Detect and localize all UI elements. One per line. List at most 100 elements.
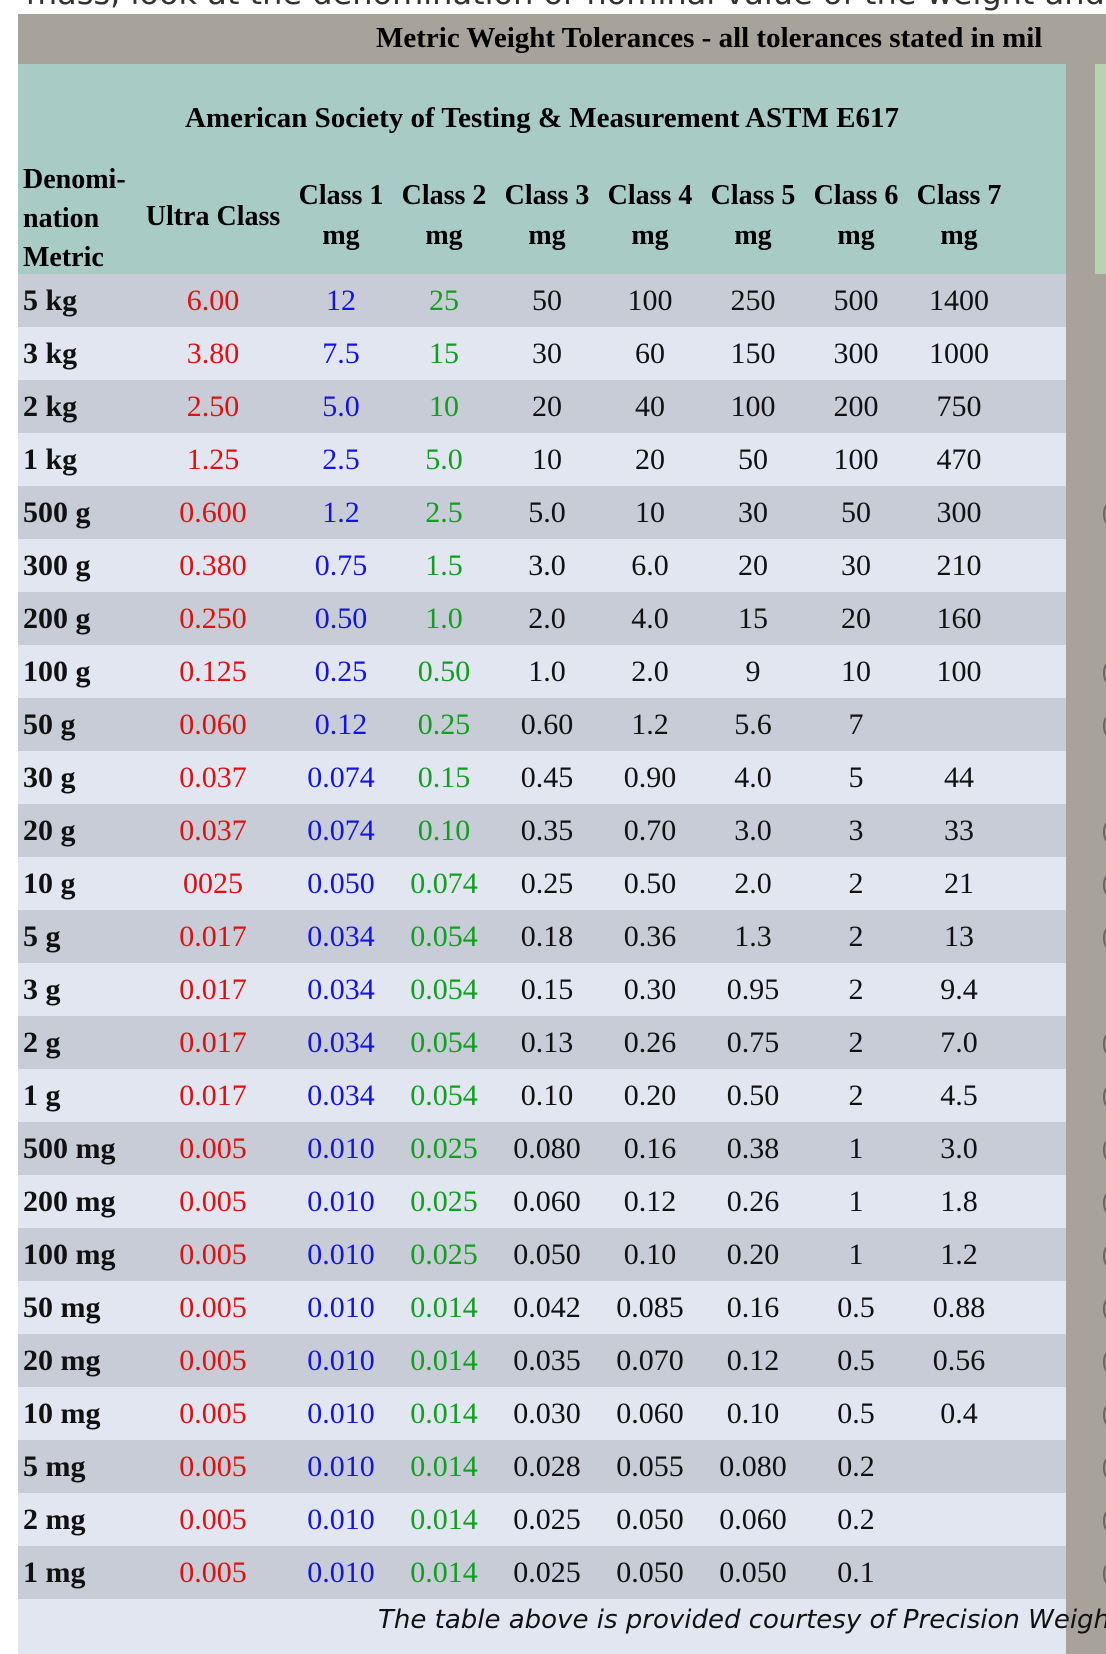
class-7-cell: 0.88 [932, 1291, 986, 1324]
ultra-class-cell: 0.037 [179, 814, 247, 847]
denomination-cell: 50 mg [23, 1291, 101, 1324]
class-4-cell: 0.16 [623, 1132, 677, 1165]
table-row: 50 g 0.060 0.12 0.25 0.60 1.2 5.6 7 [18, 698, 1066, 751]
class-2-cell: 0.025 [410, 1238, 478, 1271]
class-1-cell: 0.010 [307, 1238, 375, 1271]
class-4-cell: 1.2 [631, 708, 669, 741]
class-4-cell: 0.050 [616, 1556, 684, 1589]
class-2-cell: 0.054 [410, 973, 478, 1006]
intro-text: mass, look at the denomination or nomina… [26, 0, 1106, 12]
denomination-cell: 1 mg [23, 1556, 86, 1589]
class-5-cell: 4.0 [734, 761, 772, 794]
class-7-cell [907, 1440, 1011, 1493]
class-3-cell: 0.35 [520, 814, 574, 847]
class-header-line: mg [425, 220, 463, 251]
ultra-class-cell: 0.017 [179, 973, 247, 1006]
class-3-cell: 0.15 [520, 973, 574, 1006]
class-6-cell: 2 [848, 920, 864, 953]
class-2-cell: 0.014 [410, 1397, 478, 1430]
class-4-cell: 0.20 [623, 1079, 677, 1112]
class-6-cell: 30 [841, 549, 871, 582]
class-header-line: mg [734, 220, 772, 251]
denomination-header: Denomi- nation Metric [23, 160, 143, 273]
ultra-class-cell: 0.250 [179, 602, 247, 635]
class-7-cell: 33 [944, 814, 974, 847]
class-7-cell: 4.5 [940, 1079, 978, 1112]
class-6-cell: 0.1 [837, 1556, 875, 1589]
table-row: 500 g 0.600 1.2 2.5 5.0 10 30 50 300 [18, 486, 1066, 539]
class-header-line: Class 4 [607, 180, 693, 211]
class-1-cell: 0.50 [314, 602, 368, 635]
ultra-class-cell: 0.060 [179, 708, 247, 741]
class-7-cell: 160 [936, 602, 982, 635]
ultra-class-cell: 0.017 [179, 920, 247, 953]
class-2-cell: 1.5 [425, 549, 463, 582]
table-row: 200 mg 0.005 0.010 0.025 0.060 0.12 0.26 1 1.8 [18, 1175, 1066, 1228]
class-2-cell: 0.014 [410, 1344, 478, 1377]
class-1-cell: 0.010 [307, 1291, 375, 1324]
ultra-class-cell: 0.005 [179, 1344, 247, 1377]
class-header-line: mg [837, 220, 875, 251]
class-2-cell: 1.0 [425, 602, 463, 635]
class-7-cell: 7.0 [940, 1026, 978, 1059]
class-1-cell: 0.010 [307, 1132, 375, 1165]
class-1-cell: 0.074 [307, 761, 375, 794]
denomination-cell: 2 mg [23, 1503, 86, 1536]
class-6-cell: 3 [848, 814, 864, 847]
courtesy-note: The table above is provided courtesy of … [378, 1605, 1106, 1635]
class-7-cell [907, 698, 1011, 751]
class-4-cell: 6.0 [631, 549, 669, 582]
class-1-cell: 7.5 [322, 337, 360, 370]
table-row: 1 mg 0.005 0.010 0.014 0.025 0.050 0.050 0.1 [18, 1546, 1066, 1599]
class-5-cell: 100 [730, 390, 776, 423]
class-4-cell: 2.0 [631, 655, 669, 688]
denomination-cell: 20 mg [23, 1344, 101, 1377]
table-row: 100 mg 0.005 0.010 0.025 0.050 0.10 0.20 1 1.2 [18, 1228, 1066, 1281]
class-2-cell: 25 [429, 284, 459, 317]
class-2-cell: 0.50 [417, 655, 471, 688]
class-4-cell: 4.0 [631, 602, 669, 635]
denomination-cell: 20 g [23, 814, 76, 847]
ultra-class-cell: 1.25 [186, 443, 240, 476]
denomination-cell: 1 kg [23, 443, 78, 476]
class-header-line: Class 7 [916, 180, 1002, 211]
table-row: 2 g 0.017 0.034 0.054 0.13 0.26 0.75 2 7.0 [18, 1016, 1066, 1069]
ultra-class-cell: 0.005 [179, 1238, 247, 1271]
table-row: 10 mg 0.005 0.010 0.014 0.030 0.060 0.10 0.5 0.4 [18, 1387, 1066, 1440]
ultra-class-cell: 0.005 [179, 1503, 247, 1536]
class-5-cell: 9 [745, 655, 761, 688]
class-5-cell: 0.16 [726, 1291, 780, 1324]
table-row: 5 kg 6.00 12 25 50 100 250 500 1400 [18, 274, 1066, 327]
class-4-cell: 20 [635, 443, 665, 476]
class-1-cell: 0.75 [314, 549, 368, 582]
class-3-cell: 0.050 [513, 1238, 581, 1271]
class-7-header: Class 7 mg [907, 176, 1011, 286]
class-6-cell: 2 [848, 1079, 864, 1112]
class-3-cell: 0.035 [513, 1344, 581, 1377]
table-row: 5 mg 0.005 0.010 0.014 0.028 0.055 0.080 0.2 [18, 1440, 1066, 1493]
class-6-cell: 500 [833, 284, 879, 317]
class-5-cell: 150 [730, 337, 776, 370]
class-5-cell: 20 [738, 549, 768, 582]
class-3-cell: 0.025 [513, 1503, 581, 1536]
class-4-cell: 0.70 [623, 814, 677, 847]
class-4-cell: 0.12 [623, 1185, 677, 1218]
class-header-line: mg [631, 220, 669, 251]
class-7-cell: 1.2 [940, 1238, 978, 1271]
denomination-cell: 30 g [23, 761, 76, 794]
class-5-cell: 0.26 [726, 1185, 780, 1218]
class-3-cell: 0.030 [513, 1397, 581, 1430]
class-7-cell: 0.56 [932, 1344, 986, 1377]
ultra-class-cell: 0.600 [179, 496, 247, 529]
class-1-cell: 0.034 [307, 1079, 375, 1112]
class-2-cell: 0.025 [410, 1185, 478, 1218]
class-6-cell: 7 [848, 708, 864, 741]
class-5-cell: 0.75 [726, 1026, 780, 1059]
class-4-cell: 0.26 [623, 1026, 677, 1059]
class-header-line: Class 2 [401, 180, 487, 211]
class-6-cell: 2 [848, 867, 864, 900]
class-6-cell: 20 [841, 602, 871, 635]
class-5-cell: 0.080 [719, 1450, 787, 1483]
class-3-cell: 0.45 [520, 761, 574, 794]
denomination-cell: 3 kg [23, 337, 78, 370]
